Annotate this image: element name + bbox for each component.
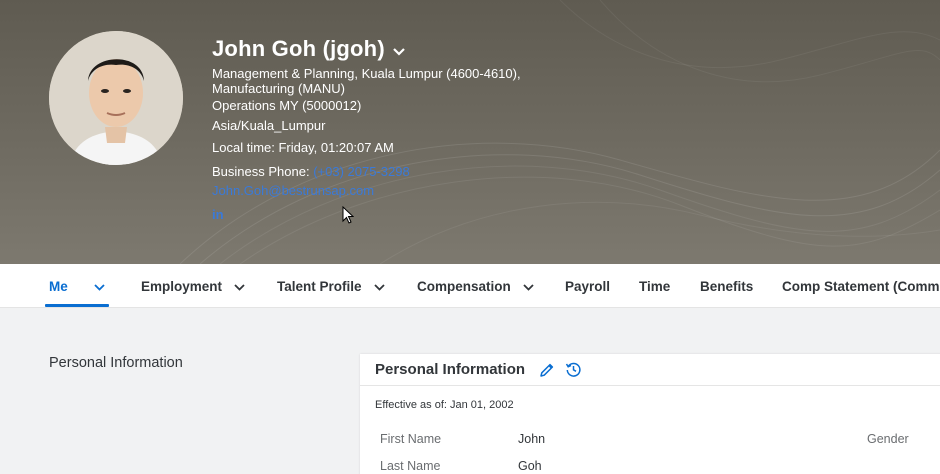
effective-date: Effective as of: Jan 01, 2002 [375, 399, 514, 411]
profile-location: Operations MY (5000012) [212, 98, 362, 113]
email-link[interactable]: John.Goh@bestrunsap.com [212, 183, 374, 199]
tab-label: Me [49, 278, 68, 294]
last-name-label: Last Name [380, 459, 441, 473]
mouse-cursor-icon [342, 205, 355, 229]
avatar[interactable] [49, 31, 183, 165]
profile-local-time: Local time: Friday, 01:20:07 AM [212, 140, 394, 155]
gender-label: Gender [867, 432, 909, 446]
profile-division: Manufacturing (MANU) [212, 81, 345, 96]
tab-label: Employment [141, 278, 223, 294]
first-name-value: John [518, 432, 546, 446]
chevron-down-icon[interactable] [94, 279, 105, 294]
tab-benefits[interactable]: Benefits [700, 264, 754, 307]
edit-pencil-icon[interactable] [539, 362, 555, 378]
tab-compensation[interactable]: Compensation [417, 264, 534, 307]
profile-nav-bar: Me Employment Talent Profile Compensatio… [0, 264, 940, 308]
personal-information-card: Personal Information Effective as of: Ja… [360, 354, 940, 474]
profile-header: John Goh (jgoh) Management & Planning, K… [0, 0, 940, 264]
tab-label: Benefits [700, 278, 754, 294]
profile-name-row[interactable]: John Goh (jgoh) [212, 36, 405, 62]
first-name-label: First Name [380, 432, 442, 446]
tab-talent-profile[interactable]: Talent Profile [277, 264, 385, 307]
chevron-down-icon[interactable] [393, 43, 405, 61]
tab-comp-statement[interactable]: Comp Statement (Commi [782, 264, 940, 307]
card-header: Personal Information [360, 354, 940, 386]
chevron-down-icon[interactable] [523, 279, 534, 294]
tab-employment[interactable]: Employment [141, 264, 245, 307]
tab-me[interactable]: Me [45, 264, 109, 307]
profile-name[interactable]: John Goh (jgoh) [212, 36, 385, 62]
tab-label: Payroll [565, 278, 611, 294]
tab-label: Comp Statement (Commi [782, 278, 940, 294]
last-name-value: Goh [518, 459, 542, 473]
chevron-down-icon[interactable] [234, 279, 245, 294]
card-title: Personal Information [375, 361, 526, 378]
profile-department: Management & Planning, Kuala Lumpur (460… [212, 66, 521, 81]
profile-business-phone-row: Business Phone: (+03) 2075-3298 [212, 164, 410, 180]
tab-label: Talent Profile [277, 278, 362, 294]
section-label-personal-information[interactable]: Personal Information [49, 355, 183, 371]
business-phone-link[interactable]: (+03) 2075-3298 [313, 164, 410, 179]
profile-timezone: Asia/Kuala_Lumpur [212, 118, 326, 133]
business-phone-label: Business Phone: [212, 164, 310, 179]
chevron-down-icon[interactable] [373, 279, 385, 294]
tab-payroll[interactable]: Payroll [565, 264, 611, 307]
linkedin-icon[interactable]: in [212, 207, 224, 222]
tab-label: Time [639, 278, 671, 294]
tab-label: Compensation [417, 278, 511, 294]
history-icon[interactable] [565, 361, 582, 378]
tab-time[interactable]: Time [639, 264, 671, 307]
